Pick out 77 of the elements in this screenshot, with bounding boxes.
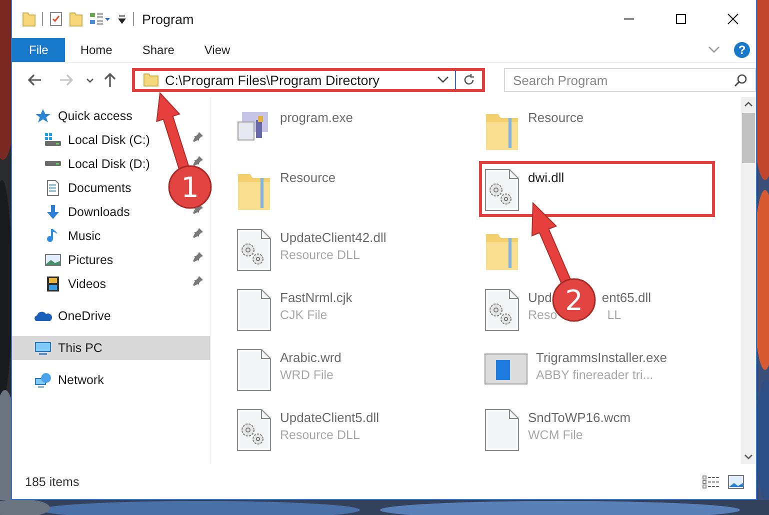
file-type: Resource DLL	[280, 248, 360, 262]
document-icon	[44, 180, 62, 196]
file-tile[interactable]: dwi.dll	[479, 161, 715, 217]
sidebar-item[interactable]: Local Disk (C:)	[68, 133, 150, 147]
image-icon	[44, 252, 62, 268]
file-name: Upd	[528, 290, 552, 305]
file-type: ABBY finereader tri...	[536, 368, 654, 382]
drive-icon	[44, 132, 62, 148]
sidebar-item[interactable]: Documents	[68, 181, 132, 195]
file-menu-tab[interactable]: File	[12, 38, 66, 62]
file-name: ent65.dll	[602, 290, 652, 305]
pin-icon[interactable]	[193, 252, 203, 262]
step-number: 1	[168, 165, 212, 209]
ribbon-tab[interactable]: Home	[65, 38, 128, 62]
item-count: 185 items	[25, 474, 80, 488]
file-type: WCM File	[528, 428, 583, 442]
address-path: C:\Program Files\Program Directory	[165, 72, 380, 88]
star-icon	[34, 108, 52, 124]
details-view-icon[interactable]	[702, 474, 720, 488]
sidebar-item[interactable]: Downloads	[68, 205, 130, 219]
sidebar-item[interactable]: Network	[58, 373, 104, 387]
monitor-icon	[34, 340, 52, 356]
ribbon-tab[interactable]: Share	[127, 38, 190, 62]
pin-icon[interactable]	[193, 132, 203, 142]
file-name: UpdateClient42.dll	[280, 230, 386, 245]
drive-icon	[44, 161, 62, 167]
view-options-icon[interactable]	[89, 11, 111, 27]
file-type: CJK File	[280, 308, 328, 322]
search-field[interactable]: Search Program	[504, 68, 756, 92]
file-name: dwi.dll	[528, 170, 564, 185]
sidebar-item[interactable]: OneDrive	[58, 309, 111, 323]
gear-file-icon	[236, 408, 272, 452]
window-title: Program	[142, 12, 194, 26]
network-icon	[34, 372, 52, 388]
sidebar-item[interactable]: Local Disk (D:)	[68, 157, 150, 171]
file-name: Resource	[528, 110, 584, 125]
blank-file-icon	[484, 408, 520, 452]
file-name: UpdateClient5.dll	[280, 410, 380, 425]
file-name: SndToWP16.wcm	[528, 410, 631, 425]
ribbon-tab[interactable]: View	[189, 38, 246, 62]
gear-file-icon	[236, 228, 272, 272]
sidebar-item[interactable]: Pictures	[68, 253, 114, 267]
blank-file-icon	[236, 288, 272, 332]
recent-locations-icon[interactable]	[86, 78, 94, 82]
gear-file-icon	[484, 168, 520, 212]
large-icons-view-icon[interactable]	[728, 474, 744, 488]
sidebar-item[interactable]: Music	[68, 229, 101, 243]
pin-icon[interactable]	[193, 276, 203, 286]
pin-icon[interactable]	[193, 228, 203, 238]
file-name: FastNrml.cjk	[280, 290, 352, 305]
file-name: Resource	[280, 170, 336, 185]
address-field[interactable]: C:\Program Files\Program Directory	[132, 68, 485, 92]
file-type: Reso	[528, 308, 558, 322]
sidebar-item[interactable]: Videos	[68, 277, 106, 291]
blank-file-icon	[236, 348, 272, 392]
film-icon	[44, 276, 62, 292]
file-name: program.exe	[280, 110, 353, 125]
help-button[interactable]: ?	[734, 42, 750, 58]
file-type: WRD File	[280, 368, 334, 382]
file-type: Resource DLL	[280, 428, 360, 442]
folder-icon	[143, 73, 159, 87]
refresh-icon[interactable]	[462, 73, 476, 87]
search-icon[interactable]	[734, 73, 748, 87]
gear-file-icon	[484, 288, 520, 332]
pin-icon[interactable]	[193, 156, 203, 166]
file-type: LL	[607, 308, 622, 322]
up-icon[interactable]	[103, 72, 117, 88]
sidebar-item[interactable]: This PC	[58, 341, 102, 355]
scrollbar[interactable]	[741, 97, 756, 464]
download-arrow-icon	[44, 204, 62, 220]
properties-icon[interactable]	[49, 11, 63, 27]
sidebar-item[interactable]: Quick access	[58, 109, 132, 123]
file-name: Arabic.wrd	[280, 350, 342, 365]
scroll-thumb[interactable]	[742, 113, 755, 163]
dropdown-caret-icon[interactable]	[437, 76, 449, 84]
file-name: TrigrammsInstaller.exe	[536, 350, 667, 365]
expand-ribbon-icon[interactable]	[708, 46, 720, 54]
